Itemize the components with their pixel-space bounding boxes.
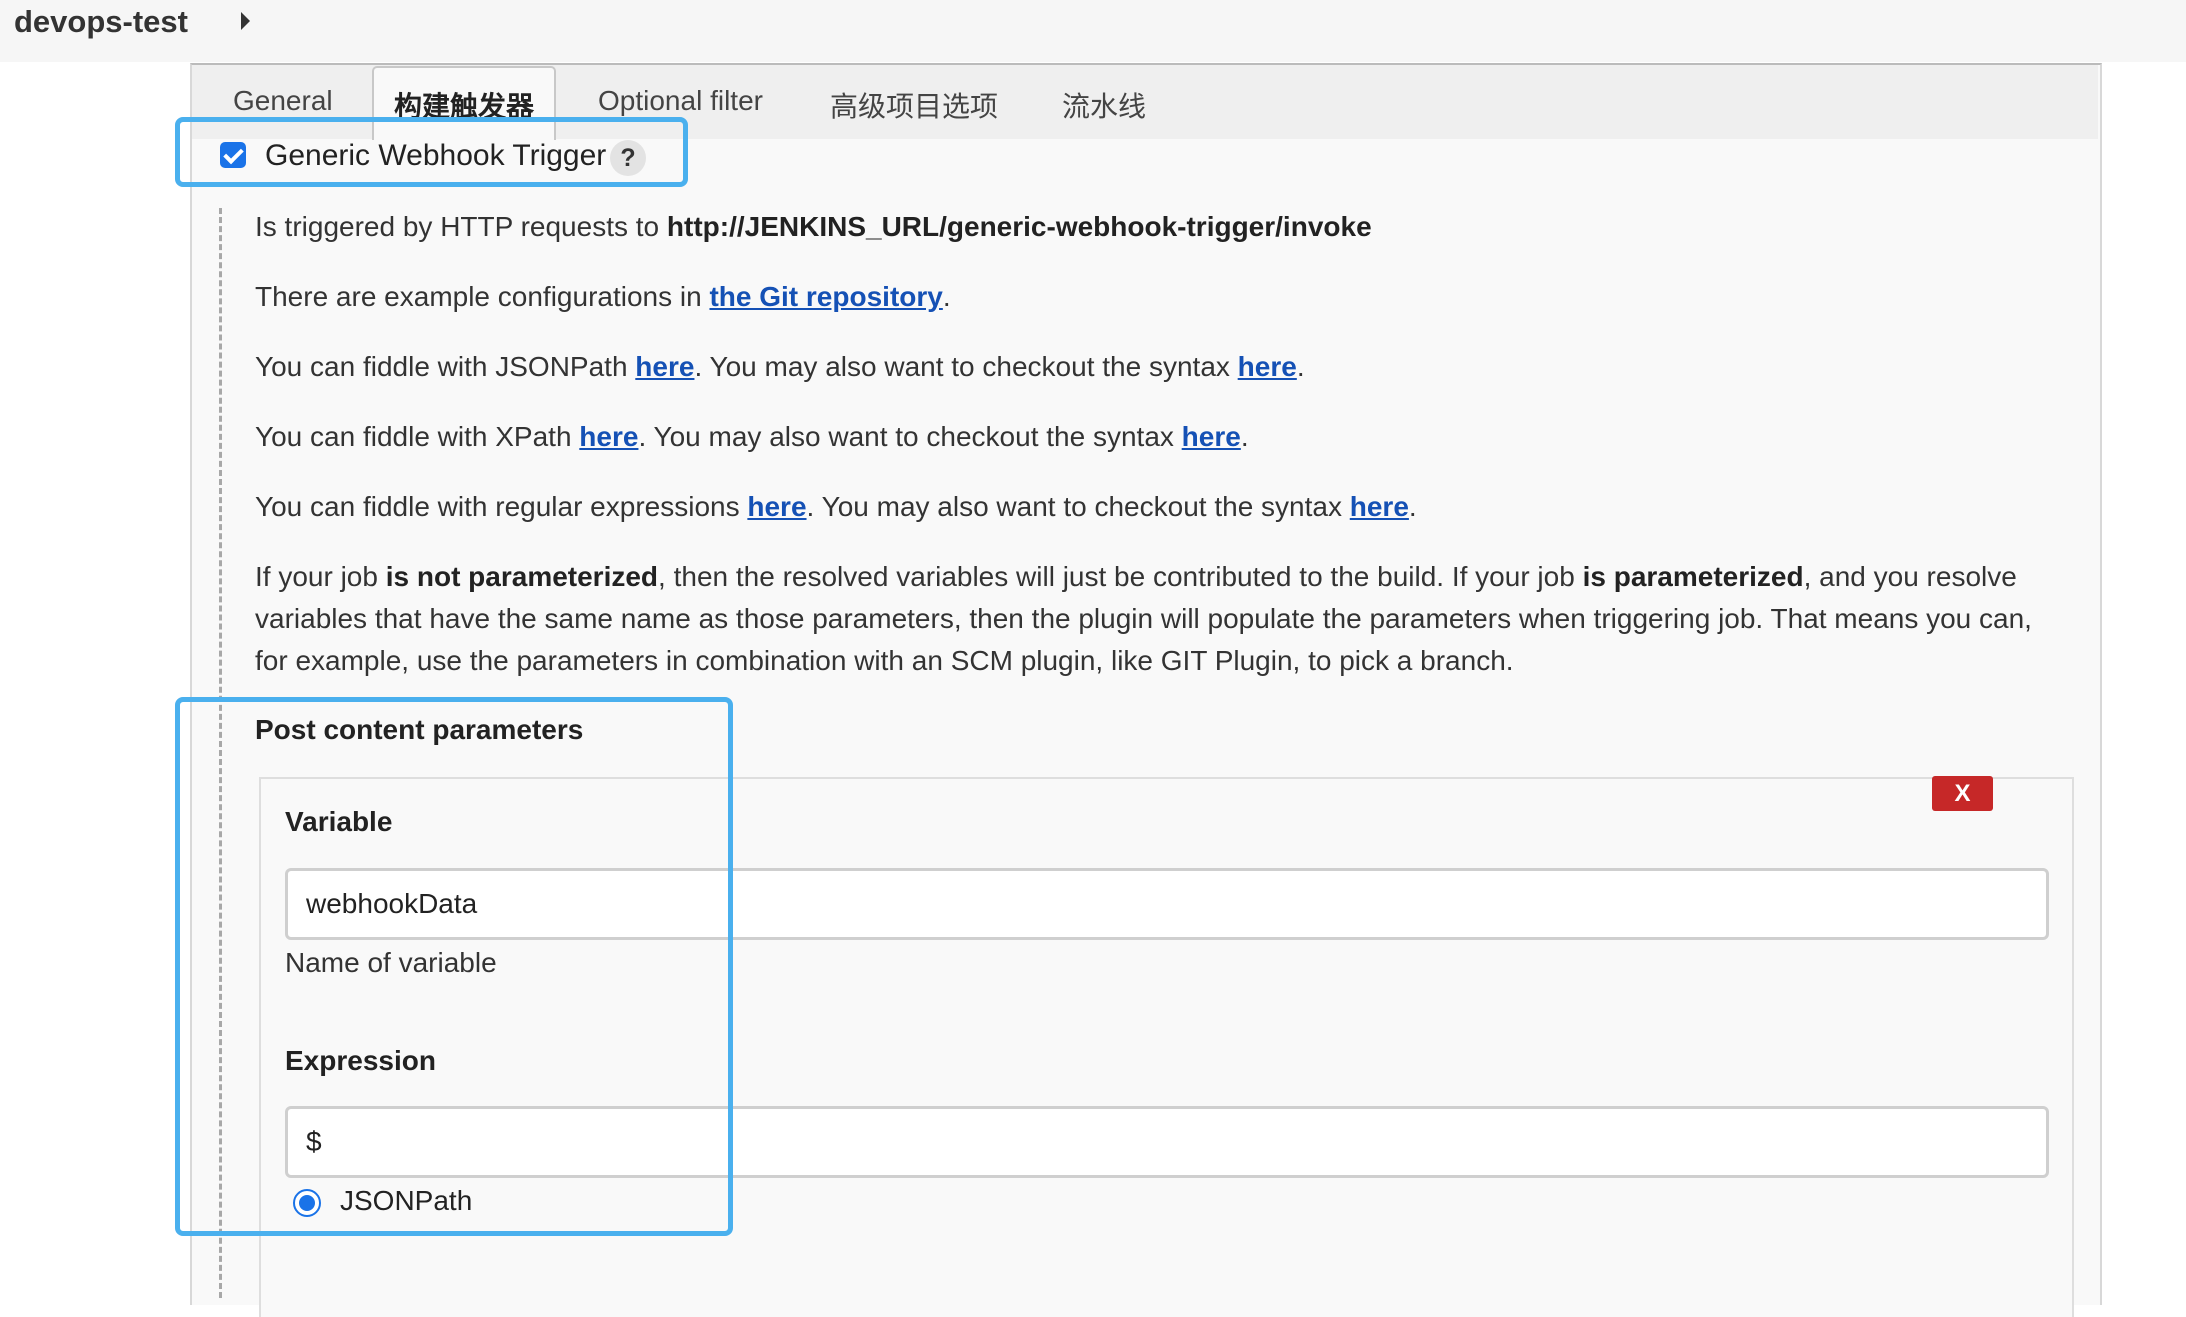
breadcrumb-chevron-right-icon[interactable] xyxy=(241,12,250,30)
invoke-url: http://JENKINS_URL/generic-webhook-trigg… xyxy=(666,211,1372,242)
text: . You may also want to checkout the synt… xyxy=(694,351,1238,382)
text: There are example configurations in xyxy=(255,281,710,312)
git-repository-link[interactable]: the Git repository xyxy=(709,281,942,312)
text: You can fiddle with XPath xyxy=(255,421,580,452)
text-bold: is not parameterized xyxy=(385,561,659,592)
jsonpath-paragraph: You can fiddle with JSONPath here. You m… xyxy=(255,346,1305,388)
text: . xyxy=(1240,421,1249,452)
delete-parameter-button[interactable]: X xyxy=(1932,776,1993,811)
tab-optional-filter[interactable]: Optional filter xyxy=(598,85,763,117)
post-content-parameters-title: Post content parameters xyxy=(255,714,584,745)
invoke-url-paragraph: Is triggered by HTTP requests to http://… xyxy=(255,206,1372,248)
help-icon[interactable]: ? xyxy=(610,140,646,176)
xpath-paragraph: You can fiddle with XPath here. You may … xyxy=(255,416,1249,458)
text: . xyxy=(942,281,951,312)
tab-advanced-options[interactable]: 高级项目选项 xyxy=(830,85,998,125)
jsonpath-fiddle-link[interactable]: here xyxy=(635,351,694,382)
example-config-paragraph: There are example configurations in the … xyxy=(255,276,951,318)
text: . xyxy=(1296,351,1305,382)
text-bold: is parameterized xyxy=(1582,561,1804,592)
variable-hint: Name of variable xyxy=(285,947,497,978)
breadcrumb-project[interactable]: devops-test xyxy=(14,4,188,40)
tab-pipeline[interactable]: 流水线 xyxy=(1062,85,1146,125)
tab-build-triggers[interactable]: 构建触发器 xyxy=(372,66,556,140)
text: . You may also want to checkout the synt… xyxy=(806,491,1350,522)
text: If your job xyxy=(255,561,386,592)
breadcrumb-bar: devops-test xyxy=(0,0,2186,62)
text: Is triggered by HTTP requests to xyxy=(255,211,667,242)
regex-fiddle-link[interactable]: here xyxy=(747,491,806,522)
variable-input[interactable]: webhookData xyxy=(285,868,2049,940)
tab-general[interactable]: General xyxy=(233,85,333,117)
parameterized-paragraph: If your job is not parameterized, then t… xyxy=(255,556,2055,682)
jsonpath-radio[interactable] xyxy=(293,1189,321,1217)
jsonpath-syntax-link[interactable]: here xyxy=(1238,351,1297,382)
text: You can fiddle with regular expressions xyxy=(255,491,748,522)
text: . xyxy=(1408,491,1417,522)
xpath-syntax-link[interactable]: here xyxy=(1182,421,1241,452)
parameter-box xyxy=(259,777,2074,1317)
regex-paragraph: You can fiddle with regular expressions … xyxy=(255,486,1417,528)
expression-input[interactable]: $ xyxy=(285,1106,2049,1178)
expression-label: Expression xyxy=(285,1045,436,1076)
xpath-fiddle-link[interactable]: here xyxy=(579,421,638,452)
text: . You may also want to checkout the synt… xyxy=(638,421,1182,452)
regex-syntax-link[interactable]: here xyxy=(1350,491,1409,522)
generic-webhook-trigger-label[interactable]: Generic Webhook Trigger xyxy=(265,139,606,173)
text: You can fiddle with JSONPath xyxy=(255,351,636,382)
generic-webhook-trigger-checkbox[interactable] xyxy=(220,142,246,168)
text: , then the resolved variables will just … xyxy=(658,561,1583,592)
section-indent-line xyxy=(219,208,222,1298)
jsonpath-radio-label[interactable]: JSONPath xyxy=(340,1185,472,1217)
variable-label: Variable xyxy=(285,806,393,837)
